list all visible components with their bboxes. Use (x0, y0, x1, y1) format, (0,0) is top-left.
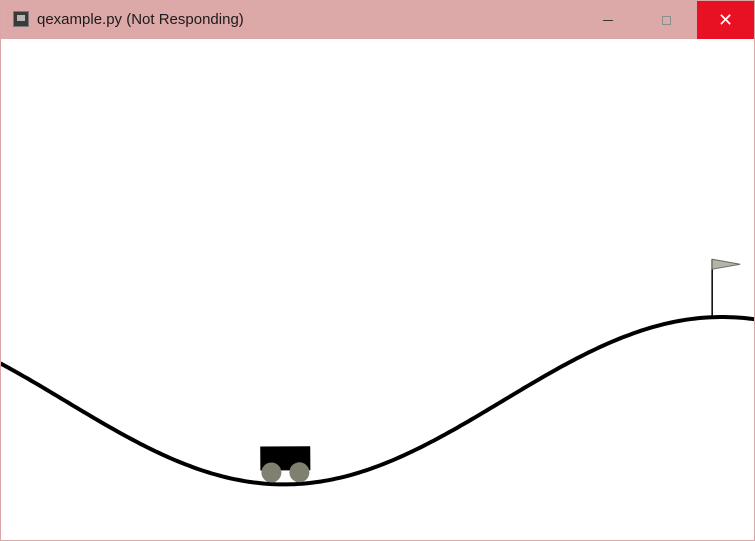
title-bar[interactable]: qexample.py (Not Responding) ✕ (1, 1, 754, 39)
close-icon: ✕ (717, 10, 734, 30)
python-window-icon[interactable] (13, 11, 29, 27)
goal-flag (711, 258, 741, 318)
game-canvas (1, 39, 754, 540)
flag-icon (711, 258, 741, 270)
window-title: qexample.py (Not Responding) (37, 11, 244, 28)
car-wheel-front (289, 462, 310, 483)
maximize-button[interactable] (643, 1, 689, 39)
maximize-icon (661, 15, 671, 25)
app-window: qexample.py (Not Responding) ✕ (0, 0, 755, 541)
minimize-button[interactable] (585, 1, 631, 39)
car-wheel-rear (261, 462, 282, 483)
mountain-car-scene (1, 258, 754, 487)
car (260, 446, 311, 483)
close-button[interactable]: ✕ (697, 1, 754, 39)
mountain-track (1, 315, 754, 487)
minimize-icon (603, 19, 613, 21)
